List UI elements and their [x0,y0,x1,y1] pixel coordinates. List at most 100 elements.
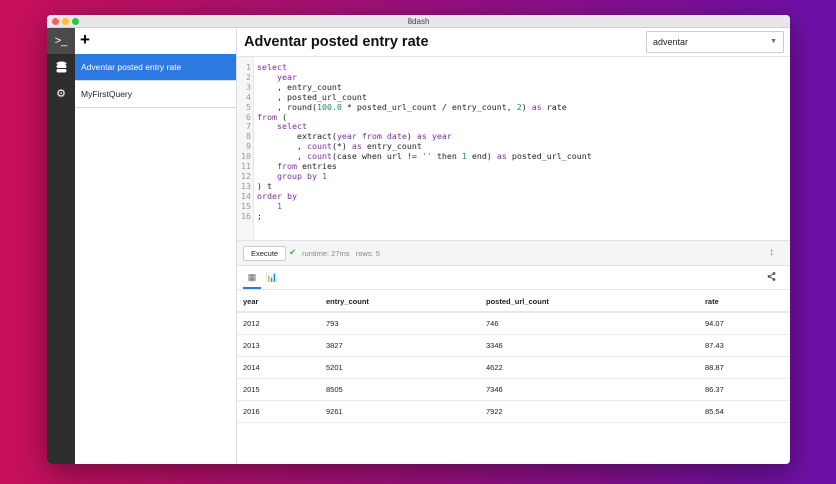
database-icon[interactable] [47,54,75,80]
code-line: 3 , entry_count [237,81,342,92]
table-row: 2016 9261 7922 85.54 [237,400,790,423]
code-token: then [431,151,462,162]
line-number: 12 [241,170,251,181]
code-token: as [531,101,542,112]
table-cell: 746 [480,312,699,335]
query-list: + Adventar posted entry rate MyFirstQuer… [75,28,237,464]
close-button[interactable] [52,18,59,25]
gear-icon[interactable]: ⚙ [47,80,75,106]
table-cell: 8505 [320,378,480,401]
code-token: as year [416,131,452,142]
query-item[interactable]: MyFirstQuery [75,81,236,108]
code-token: end) [466,151,497,162]
column-header: posted_url_count [480,291,699,313]
code-token: extract( [257,131,337,142]
execute-button[interactable]: Execute [243,246,287,261]
code-line: 14 order by [237,190,297,201]
table-cell: 9261 [320,400,480,423]
line-number: 13 [241,180,251,191]
table-cell: 2013 [237,334,320,357]
sql-editor[interactable]: 1 select 2 year 3 , entry_count 4 , posted_u… [237,56,790,240]
table-cell: 7346 [480,378,699,401]
line-number: 9 [246,141,251,152]
line-number: 16 [241,210,251,221]
line-number: 3 [246,81,251,92]
code-line: 11 from entries [237,161,337,171]
query-title[interactable]: Adventar posted entry rate [244,34,429,50]
column-header: year [237,291,320,313]
line-number: 5 [246,101,251,112]
code-token: entries [296,161,337,171]
share-icon[interactable] [767,272,776,283]
minimize-button[interactable] [62,18,69,25]
code-token: posted_url_count [506,151,592,162]
code-token: , entry_count [257,81,342,92]
chart-view-tab[interactable]: 📊 [263,272,281,289]
code-token: count [306,141,332,152]
table-cell: 88.87 [699,356,790,379]
resize-handle-icon[interactable]: ↕ [769,247,774,258]
maximize-button[interactable] [72,18,79,25]
code-token: 1 [321,170,327,181]
code-token: year [276,71,297,82]
line-number: 4 [246,91,251,102]
table-cell: 87.43 [699,334,790,357]
app-window: 8dash >_ ⚙ + Adventar posted entry rate … [47,15,790,464]
code-token: 1 [276,200,282,211]
code-token: ) t [257,180,272,191]
line-number: 15 [241,200,251,211]
table-header-row: year entry_count posted_url_count rate [237,291,790,313]
title-bar: 8dash [47,15,790,28]
table-view-tab[interactable]: ▦ [243,272,261,289]
code-token: select [276,121,307,132]
code-token: (*) [331,141,352,152]
bar-chart-icon: 📊 [266,272,278,282]
code-token: select [257,62,287,72]
table-cell: 2015 [237,378,320,401]
nav-sidebar: >_ ⚙ [47,28,75,464]
table-icon: ▦ [247,272,257,282]
code-token: as [496,151,507,162]
code-line: 15 1 [237,200,282,211]
code-line: 12 group by 1 [237,170,327,181]
table-row: 2014 5201 4622 88.87 [237,356,790,379]
window-title: 8dash [407,17,430,26]
code-token: ; [257,210,262,221]
code-token: ) [521,101,532,112]
query-item[interactable]: Adventar posted entry rate [75,54,236,81]
table-row: 2013 3827 3346 87.43 [237,334,790,357]
table-row: 2015 8505 7346 86.37 [237,378,790,401]
code-token: order by [257,190,297,201]
line-number: 14 [241,190,251,201]
code-line: 7 select [237,121,307,132]
table-row: 2012 793 746 94.07 [237,312,790,335]
line-number: 7 [246,121,251,132]
terminal-icon[interactable]: >_ [47,28,75,54]
code-line: 10 , count(case when url != '' then 1 en… [237,151,592,162]
table-cell: 2016 [237,400,320,423]
code-token: , posted_url_count [257,91,367,102]
code-line: 1 select [237,62,287,72]
code-line: 9 , count(*) as entry_count [237,141,422,152]
code-token: entry_count [361,141,422,152]
table-cell: 5201 [320,356,480,379]
code-token: ( [276,111,287,122]
code-token: (case when url != [331,151,422,162]
chevron-down-icon: ▼ [770,38,777,45]
datasource-select[interactable]: adventar ▼ [646,31,784,53]
table-cell: 3827 [320,334,480,357]
code-token: count [306,151,332,162]
table-cell: 2014 [237,356,320,379]
result-tabs: ▦ 📊 [237,268,790,290]
execution-status: runtime: 27ms rows: 5 [302,249,380,258]
table-cell: 793 [320,312,480,335]
code-line: 5 , round(100.0 * posted_url_count / ent… [237,101,567,112]
table-cell: 7922 [480,400,699,423]
line-number: 10 [241,151,251,162]
add-query-button[interactable]: + [75,28,236,54]
code-token: group by [276,170,317,181]
column-header: rate [699,291,790,313]
line-number: 1 [246,62,251,72]
